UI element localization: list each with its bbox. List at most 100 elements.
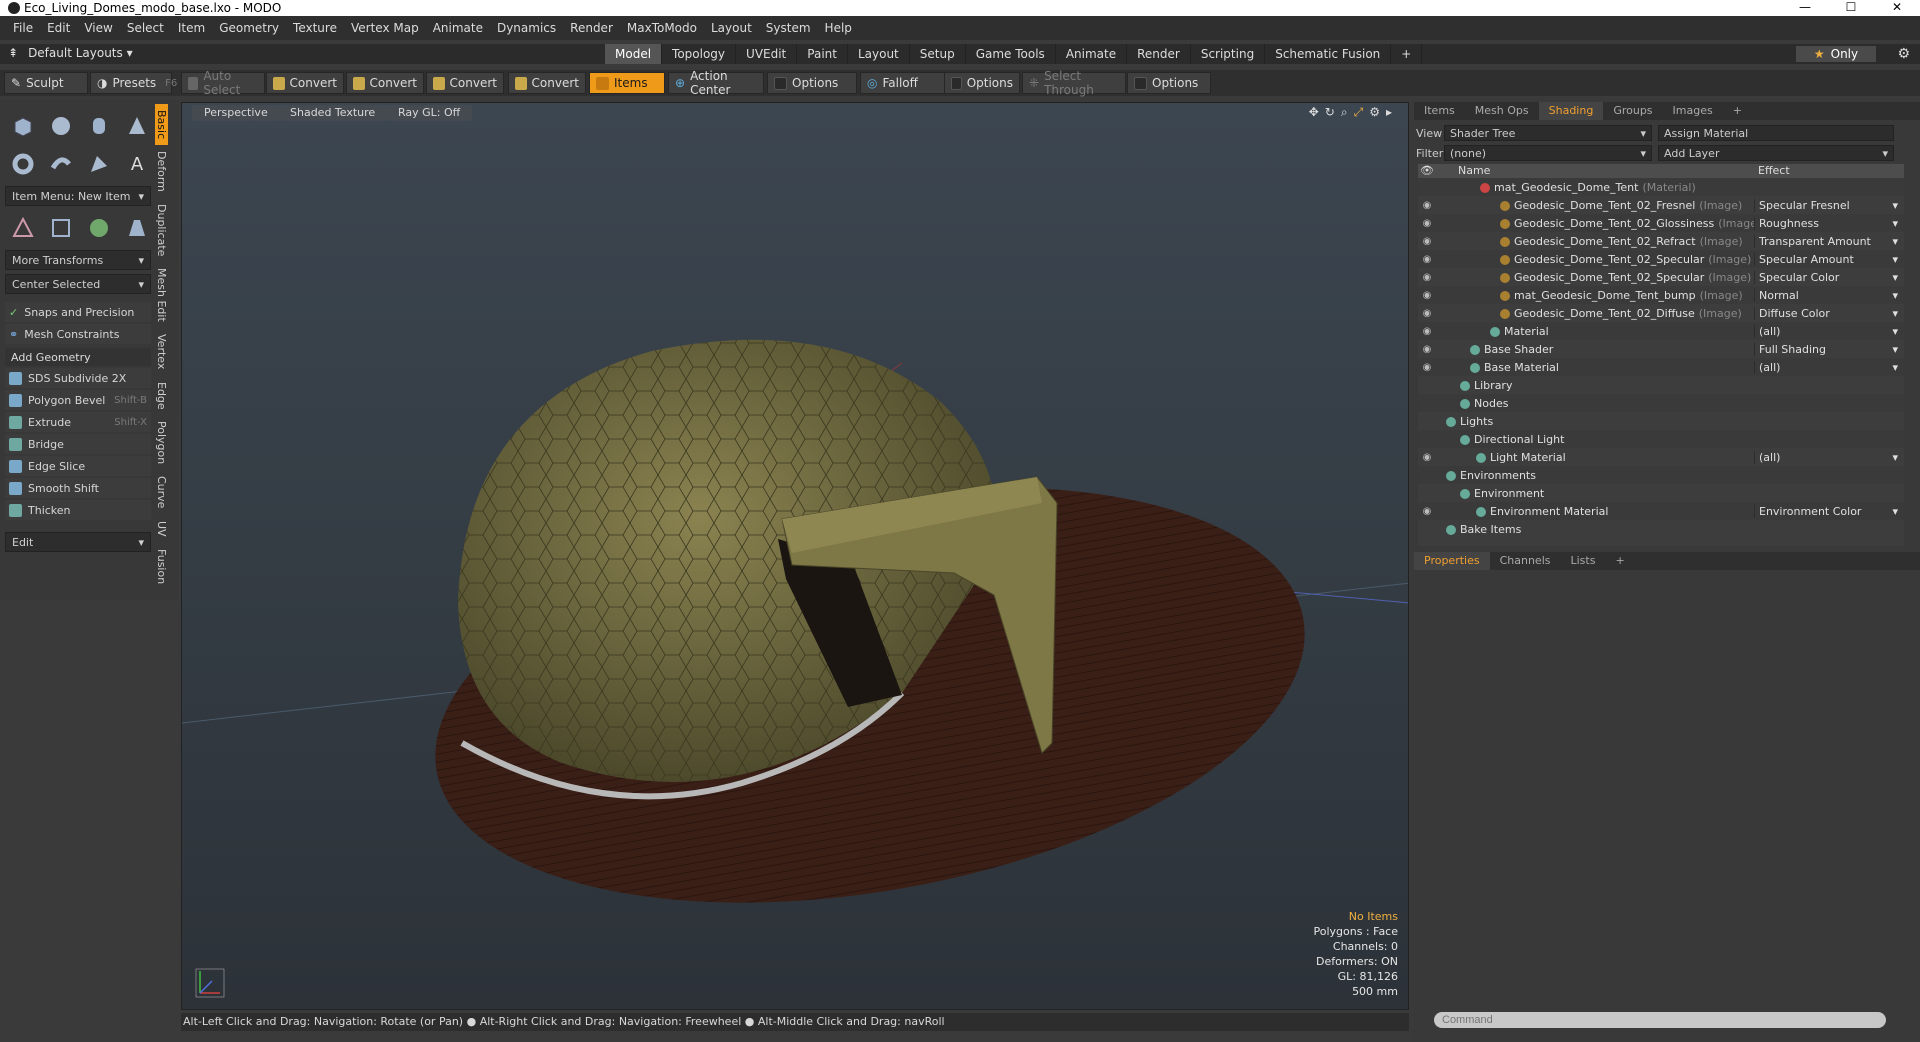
shader-tree-row[interactable]: Directional Light — [1418, 430, 1904, 448]
effect-dropdown[interactable]: (all) ▾ — [1754, 450, 1904, 464]
menu-system[interactable]: System — [759, 21, 818, 35]
item-menu-dropdown[interactable]: Item Menu: New Item ▾ — [5, 186, 151, 206]
maximize-button[interactable]: ☐ — [1828, 0, 1874, 16]
tab-topology[interactable]: Topology — [662, 44, 737, 64]
more-transforms-dropdown[interactable]: More Transforms ▾ — [5, 250, 151, 270]
shader-tree-row[interactable]: ◉Geodesic_Dome_Tent_02_Glossiness(Image)… — [1418, 214, 1904, 232]
polygon-bevel-button[interactable]: Polygon Bevel Shift-B — [5, 390, 151, 410]
effect-dropdown[interactable]: Roughness ▾ — [1754, 216, 1904, 230]
effect-dropdown[interactable]: (all) ▾ — [1754, 360, 1904, 374]
vtab-deform[interactable]: Deform — [155, 145, 168, 198]
shader-tree-row[interactable]: Environment — [1418, 484, 1904, 502]
menu-help[interactable]: Help — [818, 21, 859, 35]
shader-tree-row[interactable]: ◉ Geodesic_Dome_Tent_02_Specular (Image) Sp… — [1418, 268, 1904, 286]
options-button-2[interactable]: Options — [944, 72, 1020, 94]
only-button[interactable]: ★ Only — [1796, 46, 1876, 62]
convert-edges-button[interactable]: Convert — [346, 72, 424, 94]
mesh-constraints-button[interactable]: ⚭ Mesh Constraints — [5, 324, 151, 344]
visibility-eye-icon[interactable]: ◉ — [1418, 506, 1436, 517]
column-effect[interactable]: Effect — [1754, 164, 1904, 178]
effect-dropdown[interactable]: Transparent Amount ▾ — [1754, 234, 1904, 248]
edge-slice-button[interactable]: Edge Slice — [5, 456, 151, 476]
visibility-eye-icon[interactable]: ◉ — [1418, 326, 1436, 337]
cube-icon[interactable] — [5, 108, 41, 144]
close-button[interactable]: ✕ — [1874, 0, 1920, 16]
thicken-button[interactable]: Thicken — [5, 500, 151, 520]
transform-gizmo-icon[interactable] — [5, 210, 41, 246]
menu-render[interactable]: Render — [563, 21, 620, 35]
tab-shading[interactable]: Shading — [1538, 102, 1604, 120]
command-input[interactable] — [1434, 1012, 1886, 1028]
shader-tree-row[interactable]: ◉ Base Material (all) ▾ — [1418, 358, 1904, 376]
effect-dropdown[interactable]: (all) ▾ — [1754, 324, 1904, 338]
shader-tree-row[interactable]: ◉ Geodesic_Dome_Tent_02_Specular (Image) Sp… — [1418, 250, 1904, 268]
filter-dropdown[interactable]: (none) ▾ — [1444, 145, 1652, 161]
visibility-eye-icon[interactable]: ◉ — [1418, 308, 1436, 319]
tab-game-tools[interactable]: Game Tools — [966, 44, 1056, 64]
globe-icon[interactable] — [81, 210, 117, 246]
menu-file[interactable]: File — [6, 21, 40, 35]
vtab-basic[interactable]: Basic — [155, 104, 168, 146]
shader-tree-row[interactable]: mat_Geodesic_Dome_Tent (Material) — [1418, 178, 1904, 196]
vtab-duplicate[interactable]: Duplicate — [155, 198, 168, 262]
snaps-precision-button[interactable]: ✓ Snaps and Precision — [5, 302, 151, 322]
default-layouts-dropdown[interactable]: ⇞ Default Layouts ▾ — [8, 46, 133, 60]
auto-select-button[interactable]: Auto Select — [181, 69, 265, 97]
tube-icon[interactable] — [43, 146, 79, 182]
shader-tree-row[interactable]: ◉ Base Shader Full Shading ▾ — [1418, 340, 1904, 358]
menu-animate[interactable]: Animate — [426, 21, 490, 35]
visibility-eye-icon[interactable]: ◉ — [1418, 362, 1436, 373]
visibility-eye-icon[interactable]: ◉ — [1418, 452, 1436, 463]
shader-tree-row[interactable]: ◉ Light Material (all) ▾ — [1418, 448, 1904, 466]
effect-dropdown[interactable]: Full Shading ▾ — [1754, 342, 1904, 356]
menu-view[interactable]: View — [77, 21, 119, 35]
menu-dynamics[interactable]: Dynamics — [490, 21, 563, 35]
menu-layout[interactable]: Layout — [704, 21, 759, 35]
visibility-eye-icon[interactable]: ◉ — [1418, 218, 1436, 229]
visibility-eye-icon[interactable]: ◉ — [1418, 200, 1436, 211]
shader-tree-row[interactable]: ◉ Environment Material Environment Color ▾ — [1418, 502, 1904, 520]
visibility-eye-icon[interactable]: ◉ — [1418, 272, 1436, 283]
shader-tree-row[interactable]: ◉ Geodesic_Dome_Tent_02_Diffuse (Image) Dif… — [1418, 304, 1904, 322]
tab-lists[interactable]: Lists — [1561, 552, 1606, 570]
menu-texture[interactable]: Texture — [286, 21, 344, 35]
items-mode-button[interactable]: Items — [589, 72, 665, 94]
3d-viewport[interactable]: Perspective Shaded Texture Ray GL: Off ✥… — [181, 102, 1409, 1010]
tab-properties[interactable]: Properties — [1414, 552, 1490, 570]
shader-tree-row[interactable]: ◉ Material (all) ▾ — [1418, 322, 1904, 340]
cone-icon[interactable] — [119, 108, 155, 144]
tab-paint[interactable]: Paint — [797, 44, 848, 64]
tab-groups[interactable]: Groups — [1603, 102, 1662, 120]
effect-dropdown[interactable]: Specular Amount ▾ — [1754, 252, 1904, 266]
options-button-1[interactable]: Options — [767, 72, 857, 94]
effect-dropdown[interactable]: Diffuse Color ▾ — [1754, 306, 1904, 320]
select-through-button[interactable]: ⁜ Select Through — [1022, 69, 1126, 97]
sphere-icon[interactable] — [43, 108, 79, 144]
visibility-eye-icon[interactable]: ◉ — [1418, 254, 1436, 265]
tab-channels[interactable]: Channels — [1490, 552, 1561, 570]
bridge-button[interactable]: Bridge — [5, 434, 151, 454]
visibility-eye-icon[interactable]: ◉ — [1418, 344, 1436, 355]
perspective-icon[interactable] — [119, 210, 155, 246]
vtab-vertex[interactable]: Vertex — [155, 328, 168, 375]
vtab-mesh-edit[interactable]: Mesh Edit — [155, 262, 168, 328]
tab-render[interactable]: Render — [1127, 44, 1191, 64]
tab-animate[interactable]: Animate — [1056, 44, 1128, 64]
shader-tree-row[interactable]: Environments — [1418, 466, 1904, 484]
tab-uvedit[interactable]: UVEdit — [736, 44, 798, 64]
tab-layout[interactable]: Layout — [848, 44, 910, 64]
add-panel-tab-button[interactable]: + — [1723, 102, 1752, 120]
effect-dropdown[interactable]: Environment Color ▾ — [1754, 504, 1904, 518]
torus-icon[interactable] — [5, 146, 41, 182]
vtab-curve[interactable]: Curve — [155, 470, 168, 514]
sculpt-button[interactable]: ✎ Sculpt — [4, 72, 88, 94]
extrude-button[interactable]: Extrude Shift-X — [5, 412, 151, 432]
options-button-3[interactable]: Options — [1127, 72, 1211, 94]
cylinder-icon[interactable] — [81, 108, 117, 144]
menu-maxtomodo[interactable]: MaxToModo — [620, 21, 704, 35]
tab-images[interactable]: Images — [1663, 102, 1723, 120]
shader-tree-row[interactable]: ◉ mat_Geodesic_Dome_Tent_bump (Image) Norma… — [1418, 286, 1904, 304]
tab-setup[interactable]: Setup — [910, 44, 966, 64]
minimize-button[interactable]: — — [1782, 0, 1828, 16]
shader-tree-row[interactable]: ◉ Geodesic_Dome_Tent_02_Fresnel (Image) Spe… — [1418, 196, 1904, 214]
